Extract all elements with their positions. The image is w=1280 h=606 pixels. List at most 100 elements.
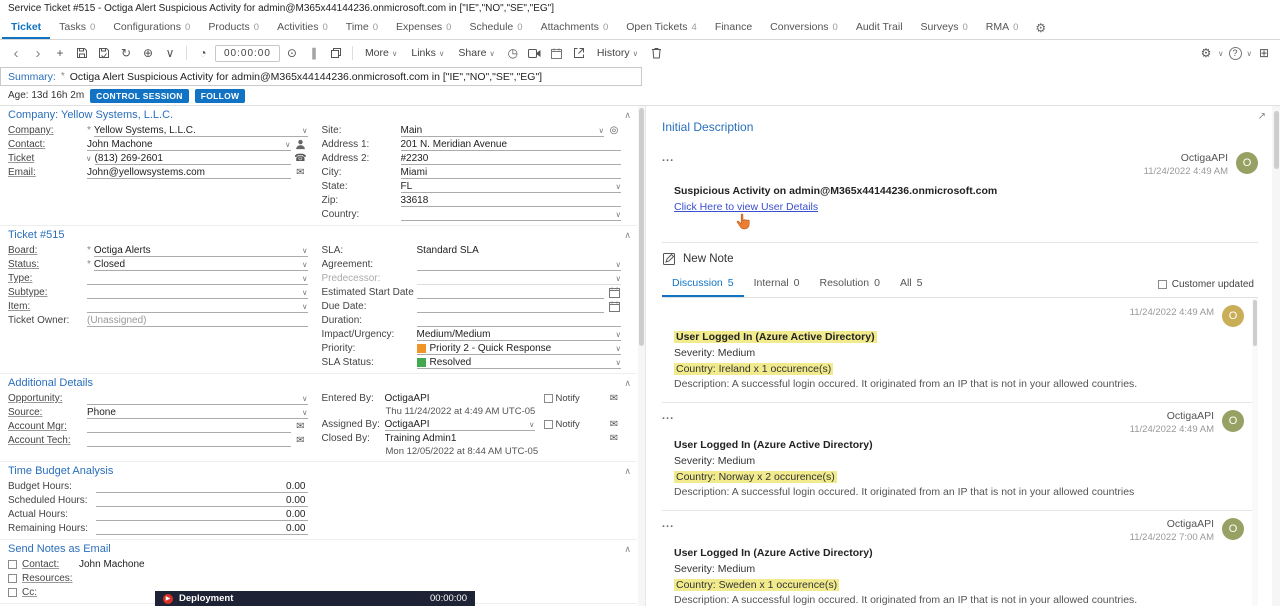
clock-icon[interactable]: ◷ <box>503 43 523 63</box>
ticket-sla-status-field[interactable]: Resolved∨ <box>417 356 622 369</box>
expand-pane-icon[interactable]: ↗ <box>1258 111 1266 122</box>
ticket-ticket-owner-field[interactable]: (Unassigned) <box>87 314 308 327</box>
control-session-button[interactable]: CONTROL SESSION <box>90 89 189 103</box>
ticket-agreement-field[interactable]: ∨ <box>417 258 622 271</box>
notes-scrollbar[interactable] <box>1252 298 1258 606</box>
stop-timer-icon[interactable]: ⊙ <box>282 43 302 63</box>
forward-icon[interactable]: › <box>28 43 48 63</box>
tab-finance[interactable]: Finance <box>706 17 761 39</box>
right-scrollbar-thumb[interactable] <box>1274 111 1279 169</box>
gear-icon[interactable]: ⚙ <box>1196 43 1216 63</box>
view-user-details-link[interactable]: Click Here to view User Details <box>674 201 818 213</box>
details-assigned-by-field[interactable]: OctigaAPI∨ <box>385 418 535 431</box>
details-opportunity-label[interactable]: Opportunity: <box>8 393 84 404</box>
mail-icon[interactable]: ✉ <box>607 393 621 404</box>
tab-time[interactable]: Time0 <box>337 17 387 39</box>
company-contact-field[interactable]: John Machone∨ <box>87 138 291 151</box>
tab-activities[interactable]: Activities0 <box>268 17 337 39</box>
tab-rma[interactable]: RMA0 <box>977 17 1028 39</box>
chevron-down-icon[interactable]: ∨ <box>613 330 622 339</box>
details-assigned-by-notify[interactable]: Notify <box>544 419 580 430</box>
note-tab-discussion[interactable]: Discussion5 <box>662 271 744 297</box>
refresh-icon[interactable]: ↻ <box>116 43 136 63</box>
ticket-item-label[interactable]: Item: <box>8 301 84 312</box>
budget-budget-hours-field[interactable]: 0.00 <box>96 480 308 493</box>
target-icon[interactable]: ◎ <box>607 125 621 136</box>
deployment-timer-bar[interactable]: ▶ Deployment 00:00:00 <box>155 591 475 606</box>
note-collapsed-text[interactable]: ... <box>662 152 674 164</box>
ticket-board-field[interactable]: Octiga Alerts∨ <box>94 244 308 257</box>
ticket-type-field[interactable]: ∨ <box>87 272 308 285</box>
mail-icon[interactable]: ✉ <box>294 167 308 178</box>
note-collapsed-text[interactable]: ... <box>662 410 674 422</box>
details-account-mgr-field[interactable] <box>87 420 291 433</box>
chevron-down-icon[interactable]: ∨ <box>299 394 308 403</box>
tab-tasks[interactable]: Tasks0 <box>50 17 104 39</box>
company-state-field[interactable]: FL∨ <box>401 180 622 193</box>
chevron-down-icon[interactable]: ∨ <box>299 302 308 311</box>
company-section-title[interactable]: Company: Yellow Systems, L.L.C. <box>8 109 173 121</box>
chevron-down-icon[interactable]: ∨ <box>299 288 308 297</box>
details-source-label[interactable]: Source: <box>8 407 84 418</box>
checkbox[interactable] <box>544 420 553 429</box>
trash-icon[interactable] <box>646 43 666 63</box>
tab-ticket[interactable]: Ticket <box>2 17 50 39</box>
details-account-tech-field[interactable] <box>87 434 291 447</box>
chevron-down-icon[interactable]: ∨ <box>1247 49 1253 58</box>
collapse-ticket-icon[interactable]: ∧ <box>620 230 635 241</box>
chevron-down-icon[interactable]: ∨ <box>299 246 308 255</box>
calendar-icon[interactable] <box>607 301 621 312</box>
tab-settings-gear-icon[interactable]: ⚙ <box>1027 17 1054 39</box>
chevron-down-icon[interactable]: ∨ <box>526 420 535 429</box>
collapse-budget-icon[interactable]: ∧ <box>620 466 635 477</box>
tab-audit-trail[interactable]: Audit Trail <box>847 17 912 39</box>
send-notes-resources-label[interactable]: Resources: <box>22 573 74 584</box>
ticket-status-field[interactable]: Closed∨ <box>94 258 308 271</box>
budget-scheduled-hours-field[interactable]: 0.00 <box>96 494 308 507</box>
ticket-impact-urgency-field[interactable]: Medium/Medium∨ <box>417 328 622 341</box>
follow-button[interactable]: FOLLOW <box>195 89 246 103</box>
new-note-button[interactable]: New Note <box>662 243 1258 271</box>
note-tab-internal[interactable]: Internal0 <box>744 271 810 297</box>
tab-products[interactable]: Products0 <box>199 17 268 39</box>
company-ticket-contact-label[interactable]: Ticket <box>8 153 84 164</box>
company-email-field[interactable]: John@yellowsystems.com <box>87 166 291 179</box>
back-icon[interactable]: ‹ <box>6 43 26 63</box>
left-scrollbar[interactable] <box>638 106 645 606</box>
collapse-send-notes-icon[interactable]: ∧ <box>620 544 635 555</box>
ticket-priority-field[interactable]: Priority 2 - Quick Response∨ <box>417 342 622 355</box>
company-address1-field[interactable]: 201 N. Meridian Avenue <box>401 138 622 151</box>
company-zip-field[interactable]: 33618 <box>401 194 622 207</box>
more-menu[interactable]: More∨ <box>359 47 403 59</box>
ticket-status-label[interactable]: Status: <box>8 259 84 270</box>
company-city-field[interactable]: Miami <box>401 166 622 179</box>
company-company-field[interactable]: Yellow Systems, L.L.C.∨ <box>94 124 308 137</box>
chevron-down-icon[interactable]: ∨ <box>1218 49 1224 58</box>
tab-open-tickets[interactable]: Open Tickets4 <box>617 17 706 39</box>
note-tab-resolution[interactable]: Resolution0 <box>810 271 890 297</box>
company-country-field[interactable]: ∨ <box>401 208 622 221</box>
details-account-mgr-label[interactable]: Account Mgr: <box>8 421 84 432</box>
summary-value[interactable]: Octiga Alert Suspicious Activity for adm… <box>70 71 542 83</box>
send-notes-cc-label[interactable]: Cc: <box>22 587 74 598</box>
additional-details-title[interactable]: Additional Details <box>8 377 93 389</box>
time-budget-title[interactable]: Time Budget Analysis <box>8 465 113 477</box>
chevron-down-icon[interactable]: ∨ <box>613 274 622 283</box>
record-icon[interactable]: ▶ <box>163 594 173 604</box>
mail-icon[interactable]: ✉ <box>294 435 308 446</box>
mail-icon[interactable]: ✉ <box>294 421 308 432</box>
tab-schedule[interactable]: Schedule0 <box>460 17 531 39</box>
chevron-down-icon[interactable]: ∨ <box>299 408 308 417</box>
history-menu[interactable]: History∨ <box>591 47 644 59</box>
note-collapsed-text[interactable]: ... <box>662 518 674 530</box>
ticket-subtype-field[interactable]: ∨ <box>87 286 308 299</box>
details-opportunity-field[interactable]: ∨ <box>87 392 308 405</box>
tab-configurations[interactable]: Configurations0 <box>104 17 199 39</box>
checkbox[interactable] <box>544 394 553 403</box>
company-site-field[interactable]: Main∨ <box>401 124 605 137</box>
send-notes-title[interactable]: Send Notes as Email <box>8 543 111 555</box>
save-close-icon[interactable] <box>94 43 114 63</box>
ticket-item-field[interactable]: ∨ <box>87 300 308 313</box>
collapse-company-icon[interactable]: ∧ <box>620 110 635 121</box>
chevron-down-icon[interactable]: ∨ <box>613 358 622 367</box>
